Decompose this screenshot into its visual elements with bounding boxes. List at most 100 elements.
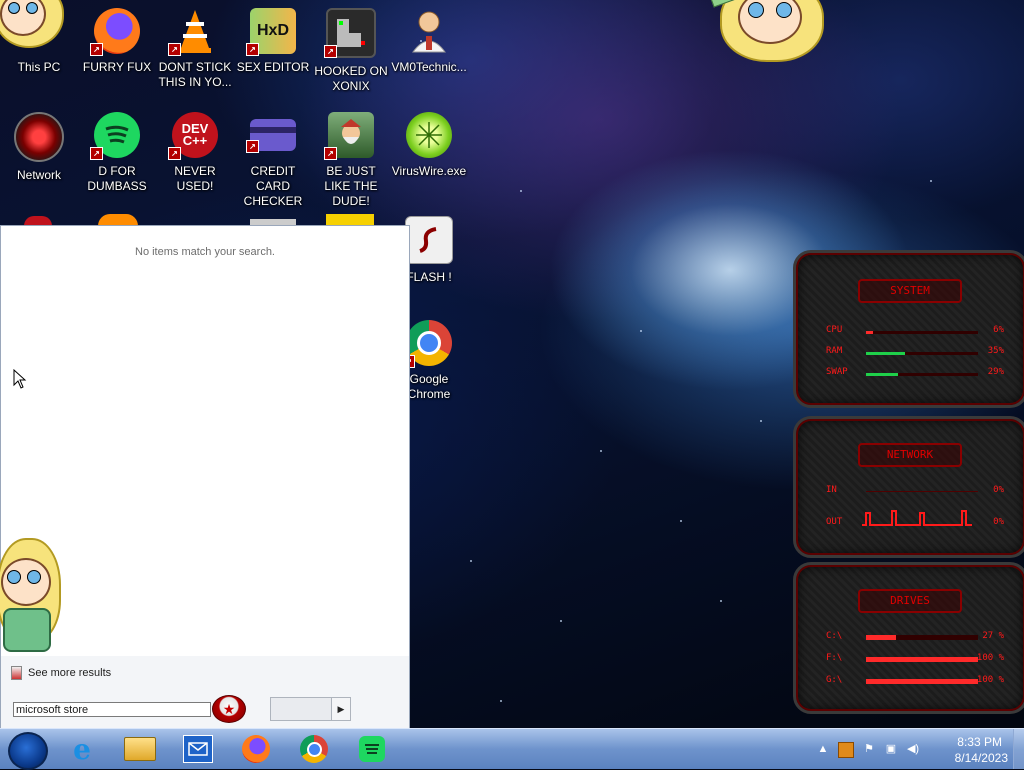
taskbar-mail[interactable] <box>178 733 218 765</box>
dude-icon: ↗ <box>324 112 374 160</box>
desktop-icon-never-used[interactable]: DEV C++ ↗ NEVER USED! <box>156 112 234 194</box>
cpu-label: CPU <box>826 325 843 335</box>
network-out-graph <box>862 510 972 526</box>
star <box>500 700 502 702</box>
shortcut-arrow-icon: ↗ <box>246 140 259 153</box>
this-pc-icon <box>16 8 62 54</box>
dev-cpp-icon: DEV C++ ↗ <box>168 112 218 160</box>
star <box>930 180 932 182</box>
xonix-icon: ↗ <box>324 8 376 58</box>
cpu-bar <box>866 331 978 334</box>
network-out-row: OUT 0% <box>826 510 1004 529</box>
clock-date[interactable]: 8/14/2023 <box>955 751 1008 765</box>
desktop-icon-hooked-on-xonix[interactable]: ↗ HOOKED ON XONIX <box>312 8 390 94</box>
icon-label: NEVER USED! <box>174 164 216 193</box>
chrome-icon: ↗ <box>402 320 452 368</box>
search-go-button[interactable]: ★ <box>212 695 246 723</box>
system-monitor-gadget[interactable]: SYSTEM CPU 6% RAM 35% SWAP 29% NETWORK I… <box>793 250 1024 714</box>
ram-value: 35% <box>987 346 1004 356</box>
star <box>520 190 522 192</box>
drive-g-bar <box>866 679 978 684</box>
desktop-icon-credit-card-checker[interactable]: ↗ CREDIT CARD CHECKER <box>234 112 312 209</box>
system-tray: ▲ ⚑ ▣ ◀) 8:33 PM 8/14/2023 <box>814 729 1024 769</box>
network-out-value: 0% <box>993 517 1004 527</box>
ram-label: RAM <box>826 346 843 356</box>
app-tray-icon[interactable] <box>838 742 854 758</box>
drive-g-value: 100 % <box>976 675 1004 685</box>
start-menu[interactable]: No items match your search. See more res… <box>0 225 410 728</box>
firefox-icon: ↗ <box>90 8 140 56</box>
spotify-icon: ↗ <box>90 112 140 160</box>
taskbar-spotify[interactable] <box>352 733 392 765</box>
volume-icon[interactable]: ◀) <box>906 742 920 756</box>
icon-label: BE JUST LIKE THE DUDE! <box>324 164 378 208</box>
icon-label: CREDIT CARD CHECKER <box>243 164 303 208</box>
star <box>760 420 762 422</box>
chrome-icon <box>300 735 328 763</box>
drives-title: DRIVES <box>858 589 962 613</box>
see-more-results-link[interactable]: See more results <box>11 666 111 680</box>
shutdown-button[interactable] <box>270 697 332 721</box>
desktop-icon-be-just-like-the-dude[interactable]: ↗ BE JUST LIKE THE DUDE! <box>312 112 390 209</box>
desktop-icon-this-pc[interactable]: This PC <box>0 8 78 75</box>
star <box>640 330 642 332</box>
credit-card-icon: ↗ <box>246 119 296 153</box>
network-in-label: IN <box>826 485 837 495</box>
shortcut-arrow-icon: ↗ <box>246 43 259 56</box>
star <box>680 520 682 522</box>
network-in-graph <box>866 491 978 492</box>
clock-time[interactable]: 8:33 PM <box>957 735 1002 749</box>
star-icon: ★ <box>222 700 236 717</box>
shortcut-arrow-icon: ↗ <box>324 45 337 58</box>
spotify-icon <box>359 736 385 762</box>
hxd-logo-text: HxD <box>256 22 289 39</box>
system-title: SYSTEM <box>858 279 962 303</box>
star <box>720 600 722 602</box>
action-center-flag-icon[interactable]: ⚑ <box>862 742 876 756</box>
start-button[interactable] <box>8 732 48 770</box>
hxd-icon: HxD ↗ <box>246 8 296 56</box>
show-hidden-icons-icon[interactable]: ▲ <box>816 742 830 756</box>
shortcut-arrow-icon: ↗ <box>168 43 181 56</box>
taskbar-file-explorer[interactable] <box>120 733 160 765</box>
ram-bar <box>866 352 978 355</box>
mail-icon <box>183 735 213 763</box>
drive-f-label: F:\ <box>826 653 843 663</box>
desktop-icon-viruswire[interactable]: VirusWire.exe <box>390 112 468 179</box>
drive-g-row: G:\ 100 % <box>826 675 1004 687</box>
swap-value: 29% <box>987 367 1004 377</box>
desktop-icon-sex-editor[interactable]: HxD ↗ SEX EDITOR <box>234 8 312 75</box>
shortcut-arrow-icon: ↗ <box>324 147 337 160</box>
network-in-value: 0% <box>993 485 1004 495</box>
shutdown-options-arrow[interactable]: ▶ <box>331 697 351 721</box>
shortcut-arrow-icon: ↗ <box>90 147 103 160</box>
drive-c-label: C:\ <box>826 631 843 641</box>
taskbar: e ▲ ⚑ ▣ ◀) 8:33 PM 8/14/2023 <box>0 728 1024 770</box>
start-search-input[interactable] <box>13 702 211 717</box>
show-desktop-button[interactable] <box>1013 729 1024 769</box>
desktop-icon-dont-stick[interactable]: ↗ DONT STICK THIS IN YO... <box>156 8 234 90</box>
no-results-message: No items match your search. <box>135 246 275 258</box>
see-more-results-label: See more results <box>28 667 112 679</box>
taskbar-internet-explorer[interactable]: e <box>62 732 102 766</box>
shortcut-arrow-icon: ↗ <box>90 43 103 56</box>
icon-label: DONT STICK THIS IN YO... <box>158 60 232 89</box>
system-panel: SYSTEM CPU 6% RAM 35% SWAP 29% <box>793 250 1024 408</box>
icon-label: This PC <box>17 60 61 74</box>
desktop-icon-vm0technic[interactable]: VM0Technic... <box>390 8 468 75</box>
network-icon <box>14 112 64 162</box>
drive-f-bar <box>866 657 978 662</box>
taskbar-firefox[interactable] <box>236 733 276 765</box>
firefox-icon <box>242 735 270 763</box>
shortcut-arrow-icon: ↗ <box>168 147 181 160</box>
drives-panel: DRIVES C:\ 27 % F:\ 100 % G:\ 100 % <box>793 562 1024 714</box>
network-panel: NETWORK IN 0% OUT 0% <box>793 416 1024 558</box>
desktop-icon-furry-fux[interactable]: ↗ FURRY FUX <box>78 8 156 75</box>
taskbar-chrome[interactable] <box>294 733 334 765</box>
internet-explorer-icon: e <box>73 732 91 766</box>
network-tray-icon[interactable]: ▣ <box>884 742 898 756</box>
desktop-icon-network[interactable]: Network <box>0 112 78 183</box>
desktop-icon-d-for-dumbass[interactable]: ↗ D FOR DUMBASS <box>78 112 156 194</box>
star <box>600 450 602 452</box>
swap-bar <box>866 373 978 376</box>
